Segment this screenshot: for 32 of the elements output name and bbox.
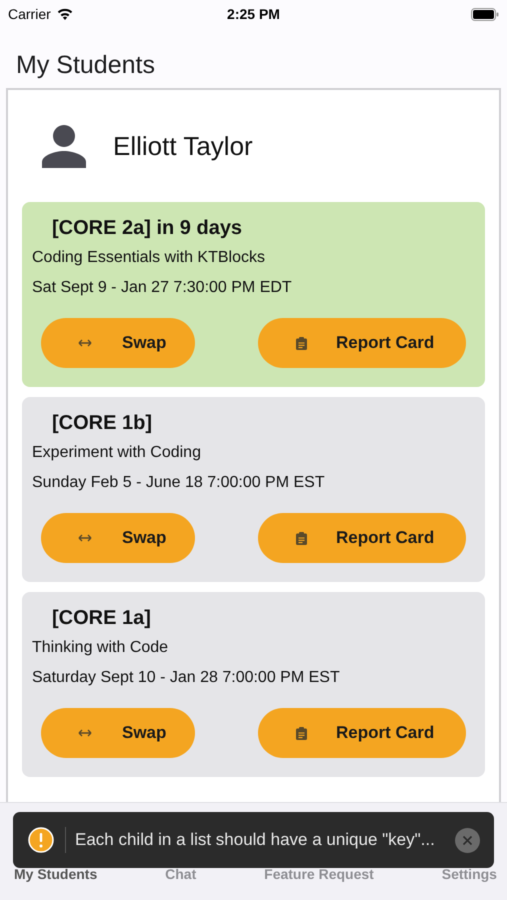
close-icon[interactable] [455,828,480,852]
course-title: [CORE 1b] [52,411,153,436]
carrier-label: Carrier [8,6,51,22]
report-card-button[interactable]: Report Card [258,318,466,368]
tab-item[interactable]: My Students [14,866,98,882]
clock-time: 2:25 PM [227,6,280,22]
battery-icon [471,8,500,20]
course-title: [CORE 1a] [52,606,152,631]
swap-icon [78,534,92,542]
course-title: [CORE 2a] in 9 days [52,216,244,241]
swap-button[interactable]: Swap [41,513,195,563]
clipboard-icon [296,336,307,350]
course-name: Coding Essentials with KTBlocks [32,248,266,268]
warning-icon [28,827,54,853]
clipboard-icon [296,726,307,740]
wifi-icon [56,8,73,20]
course-schedule: Sunday Feb 5 - June 18 7:00:00 PM EST [32,473,326,493]
course-name: Thinking with Code [32,638,170,658]
swap-icon [78,339,92,347]
course-schedule: Sat Sept 9 - Jan 27 7:30:00 PM EDT [32,278,293,298]
course-name: Experiment with Coding [32,443,202,463]
report-card-button[interactable]: Report Card [258,708,466,758]
student-name: Elliott Taylor [113,130,253,162]
clipboard-icon [296,532,307,544]
report-card-button[interactable]: Report Card [258,513,466,563]
page-title: My Students [16,50,156,81]
swap-icon [78,729,92,737]
person-icon [42,124,86,168]
course-schedule: Saturday Sept 10 - Jan 28 7:00:00 PM EST [32,668,341,688]
swap-button[interactable]: Swap [41,318,195,368]
swap-button[interactable]: Swap [41,708,195,758]
toast-message: Each child in a list should have a unique "key"... [75,830,436,850]
